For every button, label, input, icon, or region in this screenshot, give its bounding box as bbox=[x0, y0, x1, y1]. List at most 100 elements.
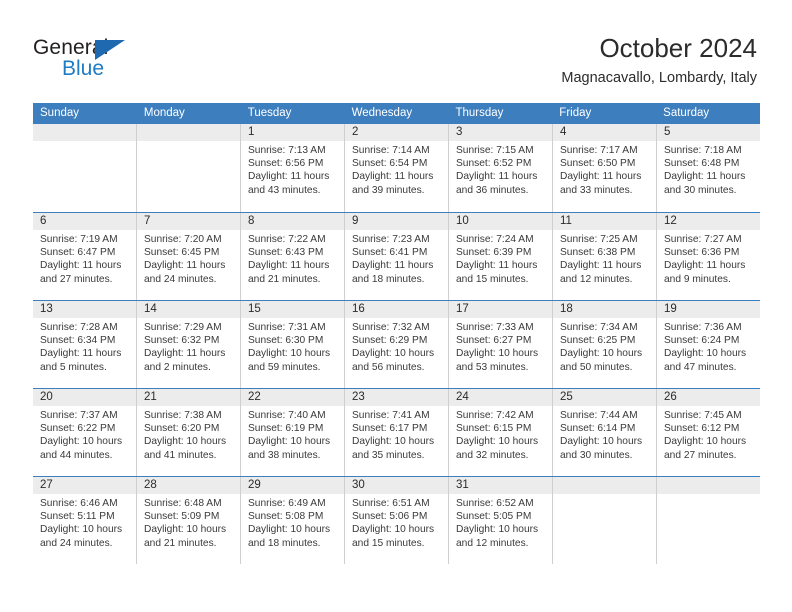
calendar-day-cell[interactable]: 21 Sunrise: 7:38 AM Sunset: 6:20 PM Dayligh… bbox=[136, 389, 240, 476]
daylight-text: Daylight: 11 hours and 30 minutes. bbox=[664, 171, 746, 196]
sunset-text: Sunset: 6:56 PM bbox=[248, 158, 324, 170]
day-number-band bbox=[137, 124, 240, 141]
day-number-band: 16 bbox=[345, 301, 448, 318]
day-number-band: 23 bbox=[345, 389, 448, 406]
calendar-day-cell[interactable]: 19 Sunrise: 7:36 AM Sunset: 6:24 PM Dayligh… bbox=[656, 301, 760, 388]
calendar-day-cell[interactable]: 16 Sunrise: 7:32 AM Sunset: 6:29 PM Dayligh… bbox=[344, 301, 448, 388]
sunset-text: Sunset: 6:36 PM bbox=[664, 247, 740, 259]
sunset-text: Sunset: 5:09 PM bbox=[144, 511, 220, 523]
calendar-day-cell[interactable]: 28 Sunrise: 6:48 AM Sunset: 5:09 PM Dayligh… bbox=[136, 477, 240, 564]
calendar-week-row: 27 Sunrise: 6:46 AM Sunset: 5:11 PM Dayligh… bbox=[33, 476, 760, 564]
calendar-day-cell[interactable]: 20 Sunrise: 7:37 AM Sunset: 6:22 PM Dayligh… bbox=[33, 389, 136, 476]
sunrise-text: Sunrise: 7:18 AM bbox=[664, 145, 742, 156]
weeks-container: 1 Sunrise: 7:13 AM Sunset: 6:56 PM Daylight… bbox=[33, 124, 760, 564]
day-sun-info: Sunrise: 7:19 AM Sunset: 6:47 PM Daylight:… bbox=[33, 230, 136, 286]
day-number-band: 24 bbox=[449, 389, 552, 406]
calendar-day-cell[interactable]: 24 Sunrise: 7:42 AM Sunset: 6:15 PM Dayligh… bbox=[448, 389, 552, 476]
sunset-text: Sunset: 6:24 PM bbox=[664, 335, 740, 347]
day-number-band: 13 bbox=[33, 301, 136, 318]
sunrise-text: Sunrise: 7:13 AM bbox=[248, 145, 326, 156]
calendar-day-cell[interactable]: 30 Sunrise: 6:51 AM Sunset: 5:06 PM Dayligh… bbox=[344, 477, 448, 564]
sunrise-text: Sunrise: 7:36 AM bbox=[664, 322, 742, 333]
calendar-day-cell[interactable]: 15 Sunrise: 7:31 AM Sunset: 6:30 PM Dayligh… bbox=[240, 301, 344, 388]
daylight-text: Daylight: 10 hours and 18 minutes. bbox=[248, 524, 331, 549]
day-number: 26 bbox=[664, 391, 677, 403]
calendar-day-cell[interactable]: 12 Sunrise: 7:27 AM Sunset: 6:36 PM Dayligh… bbox=[656, 213, 760, 300]
calendar-day-cell[interactable]: 11 Sunrise: 7:25 AM Sunset: 6:38 PM Dayligh… bbox=[552, 213, 656, 300]
sunset-text: Sunset: 6:30 PM bbox=[248, 335, 324, 347]
sunset-text: Sunset: 6:19 PM bbox=[248, 423, 324, 435]
day-sun-info: Sunrise: 7:45 AM Sunset: 6:12 PM Daylight:… bbox=[657, 406, 760, 462]
day-number: 2 bbox=[352, 126, 359, 138]
daylight-text: Daylight: 10 hours and 56 minutes. bbox=[352, 348, 435, 373]
day-sun-info: Sunrise: 7:24 AM Sunset: 6:39 PM Daylight:… bbox=[449, 230, 552, 286]
day-sun-info: Sunrise: 7:40 AM Sunset: 6:19 PM Daylight:… bbox=[241, 406, 344, 462]
general-blue-logo[interactable]: General Blue bbox=[33, 36, 233, 88]
day-sun-info: Sunrise: 7:29 AM Sunset: 6:32 PM Daylight:… bbox=[137, 318, 240, 374]
day-sun-info: Sunrise: 7:13 AM Sunset: 6:56 PM Daylight:… bbox=[241, 141, 344, 197]
sunrise-text: Sunrise: 7:28 AM bbox=[40, 322, 118, 333]
calendar-day-cell[interactable]: 25 Sunrise: 7:44 AM Sunset: 6:14 PM Dayligh… bbox=[552, 389, 656, 476]
daylight-text: Daylight: 11 hours and 39 minutes. bbox=[352, 171, 434, 196]
calendar-day-cell[interactable]: 4 Sunrise: 7:17 AM Sunset: 6:50 PM Daylight… bbox=[552, 124, 656, 212]
daylight-text: Daylight: 10 hours and 30 minutes. bbox=[560, 436, 643, 461]
weekday-header-sunday: Sunday bbox=[40, 107, 80, 119]
daylight-text: Daylight: 10 hours and 59 minutes. bbox=[248, 348, 331, 373]
day-sun-info: Sunrise: 7:20 AM Sunset: 6:45 PM Daylight:… bbox=[137, 230, 240, 286]
daylight-text: Daylight: 11 hours and 36 minutes. bbox=[456, 171, 538, 196]
sunrise-text: Sunrise: 7:29 AM bbox=[144, 322, 222, 333]
daylight-text: Daylight: 11 hours and 12 minutes. bbox=[560, 260, 642, 285]
day-number: 10 bbox=[456, 215, 469, 227]
calendar-day-cell[interactable]: 5 Sunrise: 7:18 AM Sunset: 6:48 PM Daylight… bbox=[656, 124, 760, 212]
calendar-day-cell[interactable]: 1 Sunrise: 7:13 AM Sunset: 6:56 PM Daylight… bbox=[240, 124, 344, 212]
calendar-day-cell[interactable]: 13 Sunrise: 7:28 AM Sunset: 6:34 PM Dayligh… bbox=[33, 301, 136, 388]
day-number-band: 11 bbox=[553, 213, 656, 230]
sunset-text: Sunset: 6:17 PM bbox=[352, 423, 428, 435]
day-number: 11 bbox=[560, 215, 572, 227]
weekday-header-row: Sunday Monday Tuesday Wednesday Thursday… bbox=[33, 103, 760, 124]
daylight-text: Daylight: 11 hours and 2 minutes. bbox=[144, 348, 226, 373]
calendar-week-row: 6 Sunrise: 7:19 AM Sunset: 6:47 PM Daylight… bbox=[33, 212, 760, 300]
calendar-day-cell[interactable]: 14 Sunrise: 7:29 AM Sunset: 6:32 PM Dayligh… bbox=[136, 301, 240, 388]
sunset-text: Sunset: 6:12 PM bbox=[664, 423, 740, 435]
day-sun-info: Sunrise: 7:17 AM Sunset: 6:50 PM Daylight:… bbox=[553, 141, 656, 197]
day-number: 13 bbox=[40, 303, 53, 315]
calendar-day-cell[interactable]: 31 Sunrise: 6:52 AM Sunset: 5:05 PM Dayligh… bbox=[448, 477, 552, 564]
day-sun-info: Sunrise: 7:31 AM Sunset: 6:30 PM Daylight:… bbox=[241, 318, 344, 374]
sunrise-text: Sunrise: 7:45 AM bbox=[664, 410, 742, 421]
calendar-day-cell[interactable]: 17 Sunrise: 7:33 AM Sunset: 6:27 PM Dayligh… bbox=[448, 301, 552, 388]
day-number: 27 bbox=[40, 479, 53, 491]
calendar-day-cell[interactable]: 29 Sunrise: 6:49 AM Sunset: 5:08 PM Dayligh… bbox=[240, 477, 344, 564]
calendar-day-cell[interactable]: 2 Sunrise: 7:14 AM Sunset: 6:54 PM Daylight… bbox=[344, 124, 448, 212]
calendar-day-cell[interactable]: 18 Sunrise: 7:34 AM Sunset: 6:25 PM Dayligh… bbox=[552, 301, 656, 388]
sunset-text: Sunset: 6:48 PM bbox=[664, 158, 740, 170]
day-number-band: 29 bbox=[241, 477, 344, 494]
calendar-day-cell[interactable]: 26 Sunrise: 7:45 AM Sunset: 6:12 PM Dayligh… bbox=[656, 389, 760, 476]
sunset-text: Sunset: 6:34 PM bbox=[40, 335, 116, 347]
calendar-day-cell[interactable]: 9 Sunrise: 7:23 AM Sunset: 6:41 PM Daylight… bbox=[344, 213, 448, 300]
daylight-text: Daylight: 10 hours and 15 minutes. bbox=[352, 524, 435, 549]
daylight-text: Daylight: 10 hours and 32 minutes. bbox=[456, 436, 539, 461]
calendar-day-cell[interactable]: 23 Sunrise: 7:41 AM Sunset: 6:17 PM Dayligh… bbox=[344, 389, 448, 476]
day-number-band: 7 bbox=[137, 213, 240, 230]
calendar-day-cell[interactable]: 10 Sunrise: 7:24 AM Sunset: 6:39 PM Dayligh… bbox=[448, 213, 552, 300]
calendar-day-cell[interactable]: 22 Sunrise: 7:40 AM Sunset: 6:19 PM Dayligh… bbox=[240, 389, 344, 476]
day-number-band: 25 bbox=[553, 389, 656, 406]
sunset-text: Sunset: 6:54 PM bbox=[352, 158, 428, 170]
calendar-day-cell[interactable]: 27 Sunrise: 6:46 AM Sunset: 5:11 PM Dayligh… bbox=[33, 477, 136, 564]
day-number: 21 bbox=[144, 391, 157, 403]
day-number: 15 bbox=[248, 303, 261, 315]
daylight-text: Daylight: 10 hours and 21 minutes. bbox=[144, 524, 227, 549]
day-sun-info: Sunrise: 7:38 AM Sunset: 6:20 PM Daylight:… bbox=[137, 406, 240, 462]
day-number-band: 18 bbox=[553, 301, 656, 318]
weekday-header-friday: Friday bbox=[559, 107, 592, 119]
daylight-text: Daylight: 11 hours and 5 minutes. bbox=[40, 348, 122, 373]
day-number-band: 20 bbox=[33, 389, 136, 406]
day-number-band: 14 bbox=[137, 301, 240, 318]
calendar-day-cell[interactable]: 8 Sunrise: 7:22 AM Sunset: 6:43 PM Daylight… bbox=[240, 213, 344, 300]
sunset-text: Sunset: 6:41 PM bbox=[352, 247, 428, 259]
calendar-day-cell[interactable]: 3 Sunrise: 7:15 AM Sunset: 6:52 PM Daylight… bbox=[448, 124, 552, 212]
day-number-band: 12 bbox=[657, 213, 760, 230]
calendar-day-cell[interactable]: 7 Sunrise: 7:20 AM Sunset: 6:45 PM Daylight… bbox=[136, 213, 240, 300]
calendar-day-cell[interactable]: 6 Sunrise: 7:19 AM Sunset: 6:47 PM Daylight… bbox=[33, 213, 136, 300]
